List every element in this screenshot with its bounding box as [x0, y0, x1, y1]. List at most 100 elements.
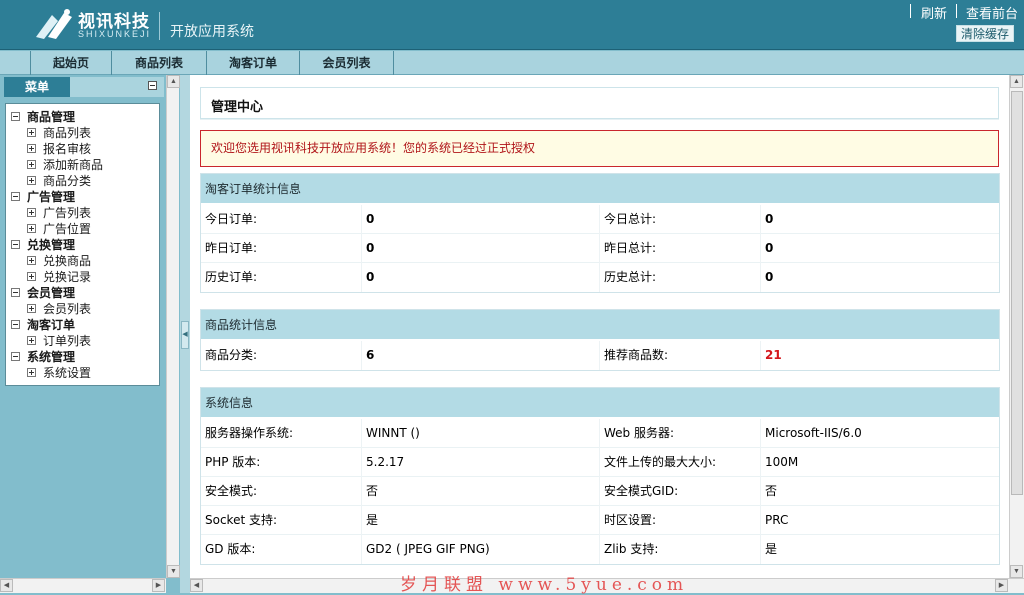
expand-icon	[27, 368, 36, 377]
top-link-divider	[910, 4, 911, 18]
collapse-icon[interactable]	[11, 352, 20, 361]
stat-value: 6	[366, 348, 375, 362]
info-label: GD 版本:	[205, 542, 256, 556]
collapse-icon[interactable]	[11, 112, 20, 121]
stat-label: 昨日总计:	[604, 241, 657, 255]
stat-value: 0	[765, 270, 774, 284]
left-menu-pane: 菜单 商品管理 商品列表 报名审核 添加新商品 商品分类 广告管理 广告列表 广…	[0, 75, 180, 593]
collapse-icon[interactable]	[11, 288, 20, 297]
expand-icon	[27, 304, 36, 313]
system-title: 开放应用系统	[170, 24, 254, 40]
info-value: Microsoft-IIS/6.0	[765, 426, 862, 440]
view-frontend-link[interactable]: 查看前台	[966, 3, 1018, 22]
panel-title: 系统信息	[201, 388, 999, 418]
scroll-down-icon[interactable]: ▼	[167, 565, 180, 578]
main-content: 管理中心 欢迎您选用视讯科技开放应用系统！您的系统已经过正式授权 淘客订单统计信…	[190, 75, 1024, 593]
info-label: 文件上传的最大大小:	[604, 455, 717, 469]
info-value: 是	[765, 542, 778, 556]
menu-horizontal-scrollbar[interactable]: ◀ ▶	[0, 578, 166, 593]
scroll-up-icon[interactable]: ▲	[167, 75, 180, 88]
menu-category-label: 广告管理	[27, 190, 76, 204]
menu-category-label: 兑换管理	[27, 238, 76, 252]
stat-value-highlight: 21	[765, 348, 782, 362]
stat-label: 推荐商品数:	[604, 348, 669, 362]
panel-title: 淘客订单统计信息	[201, 174, 999, 204]
menu-category-label: 淘客订单	[27, 318, 76, 332]
stat-label: 今日总计:	[604, 212, 657, 226]
panel-title: 商品统计信息	[201, 310, 999, 340]
brand-divider	[159, 12, 160, 40]
expand-icon	[27, 128, 36, 137]
info-value: 否	[765, 484, 778, 498]
menu-category-label: 会员管理	[27, 286, 76, 300]
info-value: GD2 ( JPEG GIF PNG)	[366, 542, 490, 556]
stat-value: 0	[765, 212, 774, 226]
collapse-icon[interactable]	[11, 192, 20, 201]
info-value: 否	[366, 484, 379, 498]
menu-item-label: 兑换商品	[43, 254, 92, 268]
scroll-left-icon[interactable]: ◀	[190, 579, 203, 592]
site-watermark: 岁月联盟 www.5yue.com	[400, 575, 689, 595]
info-label: 安全模式:	[205, 484, 258, 498]
stat-label: 昨日订单:	[205, 241, 258, 255]
tab-member-list[interactable]: 会员列表	[299, 51, 394, 75]
menu-item-label: 广告列表	[43, 206, 92, 220]
menu-item-label: 报名审核	[43, 142, 92, 156]
pane-splitter[interactable]: ◀	[180, 75, 190, 593]
table-row: Socket 支持: 是 时区设置: PRC	[201, 506, 999, 535]
tab-product-list[interactable]: 商品列表	[111, 51, 206, 75]
info-label: 时区设置:	[604, 513, 657, 527]
table-row: 今日订单: 0 今日总计: 0	[201, 205, 999, 234]
expand-icon	[27, 256, 36, 265]
menu-category-label: 系统管理	[27, 350, 76, 364]
license-notice: 欢迎您选用视讯科技开放应用系统！您的系统已经过正式授权	[200, 130, 999, 167]
table-row: PHP 版本: 5.2.17 文件上传的最大大小: 100M	[201, 448, 999, 477]
refresh-link[interactable]: 刷新	[921, 3, 947, 22]
stat-label: 今日订单:	[205, 212, 258, 226]
stat-value: 0	[366, 212, 375, 226]
scroll-up-icon[interactable]: ▲	[1010, 75, 1023, 88]
logo-icon	[36, 9, 72, 39]
system-info-panel: 系统信息 服务器操作系统: WINNT () Web 服务器: Microsof…	[200, 387, 1000, 565]
menu-item-label: 订单列表	[43, 334, 92, 348]
collapse-left-icon[interactable]: ◀	[181, 321, 189, 349]
collapse-icon[interactable]	[148, 81, 157, 90]
info-label: Web 服务器:	[604, 426, 675, 440]
stat-value: 0	[366, 270, 375, 284]
expand-icon	[27, 336, 36, 345]
info-value: WINNT ()	[366, 426, 420, 440]
stat-label: 商品分类:	[205, 348, 258, 362]
collapse-icon[interactable]	[11, 320, 20, 329]
table-row: 历史订单: 0 历史总计: 0	[201, 263, 999, 292]
clear-cache-button[interactable]: 清除缓存	[956, 25, 1014, 42]
brand-subtitle: SHIXUNKEJI	[78, 29, 152, 39]
tab-taoke-orders[interactable]: 淘客订单	[206, 51, 299, 75]
order-stats-panel: 淘客订单统计信息 今日订单: 0 今日总计: 0 昨日订单: 0 昨日总计: 0…	[200, 173, 1000, 293]
stat-value: 0	[366, 241, 375, 255]
scroll-left-icon[interactable]: ◀	[0, 579, 13, 592]
scroll-down-icon[interactable]: ▼	[1010, 565, 1023, 578]
expand-icon	[27, 144, 36, 153]
stat-label: 历史总计:	[604, 270, 657, 284]
info-label: 服务器操作系统:	[205, 426, 294, 440]
stat-label: 历史订单:	[205, 270, 258, 284]
info-label: Zlib 支持:	[604, 542, 659, 556]
collapse-icon[interactable]	[11, 240, 20, 249]
expand-icon	[27, 224, 36, 233]
table-row: GD 版本: GD2 ( JPEG GIF PNG) Zlib 支持: 是	[201, 535, 999, 564]
info-value: PRC	[765, 513, 789, 527]
expand-icon	[27, 272, 36, 281]
scroll-thumb[interactable]	[1011, 91, 1023, 495]
scroll-right-icon[interactable]: ▶	[152, 579, 165, 592]
menu-vertical-scrollbar[interactable]: ▲ ▼	[166, 75, 180, 578]
page-title: 管理中心	[211, 100, 264, 115]
top-nav: 起始页 商品列表 淘客订单 会员列表	[0, 51, 1024, 75]
table-row: 昨日订单: 0 昨日总计: 0	[201, 234, 999, 263]
info-label: 安全模式GID:	[604, 484, 679, 498]
scroll-right-icon[interactable]: ▶	[995, 579, 1008, 592]
tab-start-page[interactable]: 起始页	[30, 51, 111, 75]
expand-icon	[27, 208, 36, 217]
top-header: 视讯科技 SHIXUNKEJI 开放应用系统 刷新 查看前台 清除缓存	[0, 0, 1024, 50]
info-value: 100M	[765, 455, 799, 469]
main-vertical-scrollbar[interactable]: ▲ ▼	[1009, 75, 1024, 578]
